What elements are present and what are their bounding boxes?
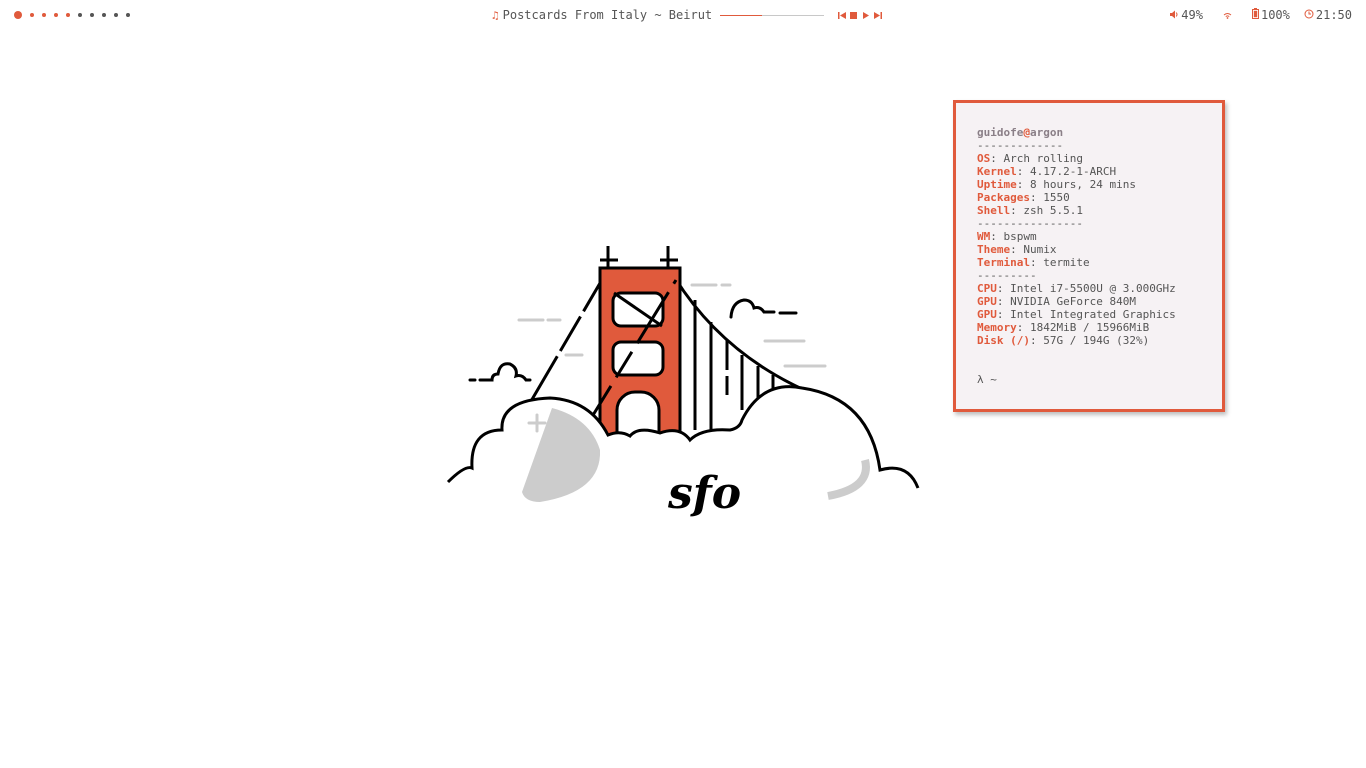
wifi-icon xyxy=(1223,8,1234,22)
info-value: zsh 5.5.1 xyxy=(1023,204,1083,217)
stop-icon[interactable] xyxy=(850,11,858,20)
info-value: NVIDIA GeForce 840M xyxy=(1010,295,1136,308)
info-value: Intel i7-5500U @ 3.000GHz xyxy=(1010,282,1176,295)
info-line: Uptime: 8 hours, 24 mins xyxy=(977,178,1217,191)
info-colon: : xyxy=(996,308,1011,321)
info-key: Memory xyxy=(977,321,1017,334)
info-colon: : xyxy=(996,282,1011,295)
workspace-dot[interactable] xyxy=(54,13,58,17)
info-value: 8 hours, 24 mins xyxy=(1030,178,1136,191)
info-value: bspwm xyxy=(1003,230,1037,243)
workspace-dot[interactable] xyxy=(14,11,22,19)
info-line: OS: Arch rolling xyxy=(977,152,1217,165)
info-line: WM: bspwm xyxy=(977,230,1217,243)
info-value: 1550 xyxy=(1043,191,1070,204)
info-key: Terminal xyxy=(977,256,1030,269)
info-key: Packages xyxy=(977,191,1030,204)
workspace-dot[interactable] xyxy=(102,13,106,17)
workspace-indicators xyxy=(14,9,138,21)
info-colon: : xyxy=(1029,256,1044,269)
info-colon: : xyxy=(1016,165,1030,178)
info-key: WM xyxy=(977,230,991,243)
info-line: CPU: Intel i7-5500U @ 3.000GHz xyxy=(977,282,1217,295)
user-host-line: guidofe@argon xyxy=(977,126,1217,139)
battery-value: 100% xyxy=(1260,8,1290,22)
info-line: Shell: zsh 5.5.1 xyxy=(977,204,1217,217)
info-value: 1842MiB / 15966MiB xyxy=(1030,321,1150,334)
hostname: argon xyxy=(1029,126,1064,139)
info-value: Arch rolling xyxy=(1003,152,1083,165)
previous-icon[interactable] xyxy=(838,11,847,20)
info-line: GPU: NVIDIA GeForce 840M xyxy=(977,295,1217,308)
shell-prompt[interactable]: λ ~ xyxy=(977,373,1217,386)
music-player: ♫ Postcards From Italy ~ Beirut xyxy=(492,7,883,23)
workspace-dot[interactable] xyxy=(78,13,82,17)
info-line: Kernel: 4.17.2-1-ARCH xyxy=(977,165,1217,178)
workspace-dot[interactable] xyxy=(42,13,46,17)
track-progress-fill xyxy=(720,14,762,16)
info-colon: : xyxy=(1010,204,1024,217)
track-title: Postcards From Italy ~ Beirut xyxy=(502,8,713,22)
info-colon: : xyxy=(1010,243,1024,256)
separator-line: ---------------- xyxy=(977,217,1083,230)
play-icon[interactable] xyxy=(862,11,870,20)
info-colon: : xyxy=(1029,334,1044,347)
info-key: Theme xyxy=(977,243,1011,256)
info-key: Uptime xyxy=(977,178,1017,191)
info-line: Packages: 1550 xyxy=(977,191,1217,204)
battery-module[interactable]: 100% xyxy=(1251,8,1290,22)
at-sign: @ xyxy=(1023,126,1030,139)
track-progress-bar[interactable] xyxy=(720,14,825,16)
info-line: Disk (/): 57G / 194G (32%) xyxy=(977,334,1217,347)
workspace-dot[interactable] xyxy=(90,13,94,17)
info-value: 57G / 194G (32%) xyxy=(1043,334,1150,347)
neofetch-output: guidofe@argon ------------- OS: Arch rol… xyxy=(977,126,1217,386)
info-key: OS xyxy=(977,152,991,165)
status-modules: 49% 100% 21:50 xyxy=(1156,7,1352,23)
volume-value: 49% xyxy=(1181,8,1203,22)
info-key: GPU xyxy=(977,295,997,308)
workspace-dot[interactable] xyxy=(126,13,130,17)
info-key: Disk (/) xyxy=(977,334,1030,347)
info-colon: : xyxy=(1016,178,1030,191)
info-key: Kernel xyxy=(977,165,1017,178)
wifi-module[interactable] xyxy=(1223,8,1234,22)
info-key: GPU xyxy=(977,308,997,321)
info-line: Terminal: termite xyxy=(977,256,1217,269)
info-key: Shell xyxy=(977,204,1011,217)
volume-module[interactable]: 49% xyxy=(1170,8,1203,22)
clock-value: 21:50 xyxy=(1315,8,1352,22)
info-colon: : xyxy=(1029,191,1044,204)
top-bar: ♫ Postcards From Italy ~ Beirut 49% 100%… xyxy=(0,0,1366,30)
info-value: Numix xyxy=(1023,243,1057,256)
next-icon[interactable] xyxy=(874,11,883,20)
info-colon: : xyxy=(990,152,1004,165)
workspace-dot[interactable] xyxy=(30,13,34,17)
battery-icon xyxy=(1251,8,1261,22)
workspace-dot[interactable] xyxy=(66,13,70,17)
separator-line: --------- xyxy=(977,269,1037,282)
golden-gate-bridge-illustration: sfo xyxy=(446,246,920,519)
info-value: termite xyxy=(1043,256,1090,269)
info-line: Theme: Numix xyxy=(977,243,1217,256)
clock-icon xyxy=(1304,8,1316,22)
info-value: Intel Integrated Graphics xyxy=(1010,308,1176,321)
sfo-text: sfo xyxy=(667,468,741,519)
info-key: CPU xyxy=(977,282,997,295)
clock-module[interactable]: 21:50 xyxy=(1304,8,1352,22)
wallpaper-illustration: sfo xyxy=(440,230,930,530)
speaker-icon xyxy=(1170,8,1181,22)
username: guidofe xyxy=(977,126,1024,139)
info-value: 4.17.2-1-ARCH xyxy=(1030,165,1117,178)
info-line: GPU: Intel Integrated Graphics xyxy=(977,308,1217,321)
terminal-window[interactable]: guidofe@argon ------------- OS: Arch rol… xyxy=(953,100,1225,412)
info-line: Memory: 1842MiB / 15966MiB xyxy=(977,321,1217,334)
separator-line: ------------- xyxy=(977,139,1064,152)
info-colon: : xyxy=(1016,321,1030,334)
music-note-icon: ♫ xyxy=(492,8,499,22)
info-colon: : xyxy=(990,230,1004,243)
workspace-dot[interactable] xyxy=(114,13,118,17)
info-colon: : xyxy=(996,295,1011,308)
